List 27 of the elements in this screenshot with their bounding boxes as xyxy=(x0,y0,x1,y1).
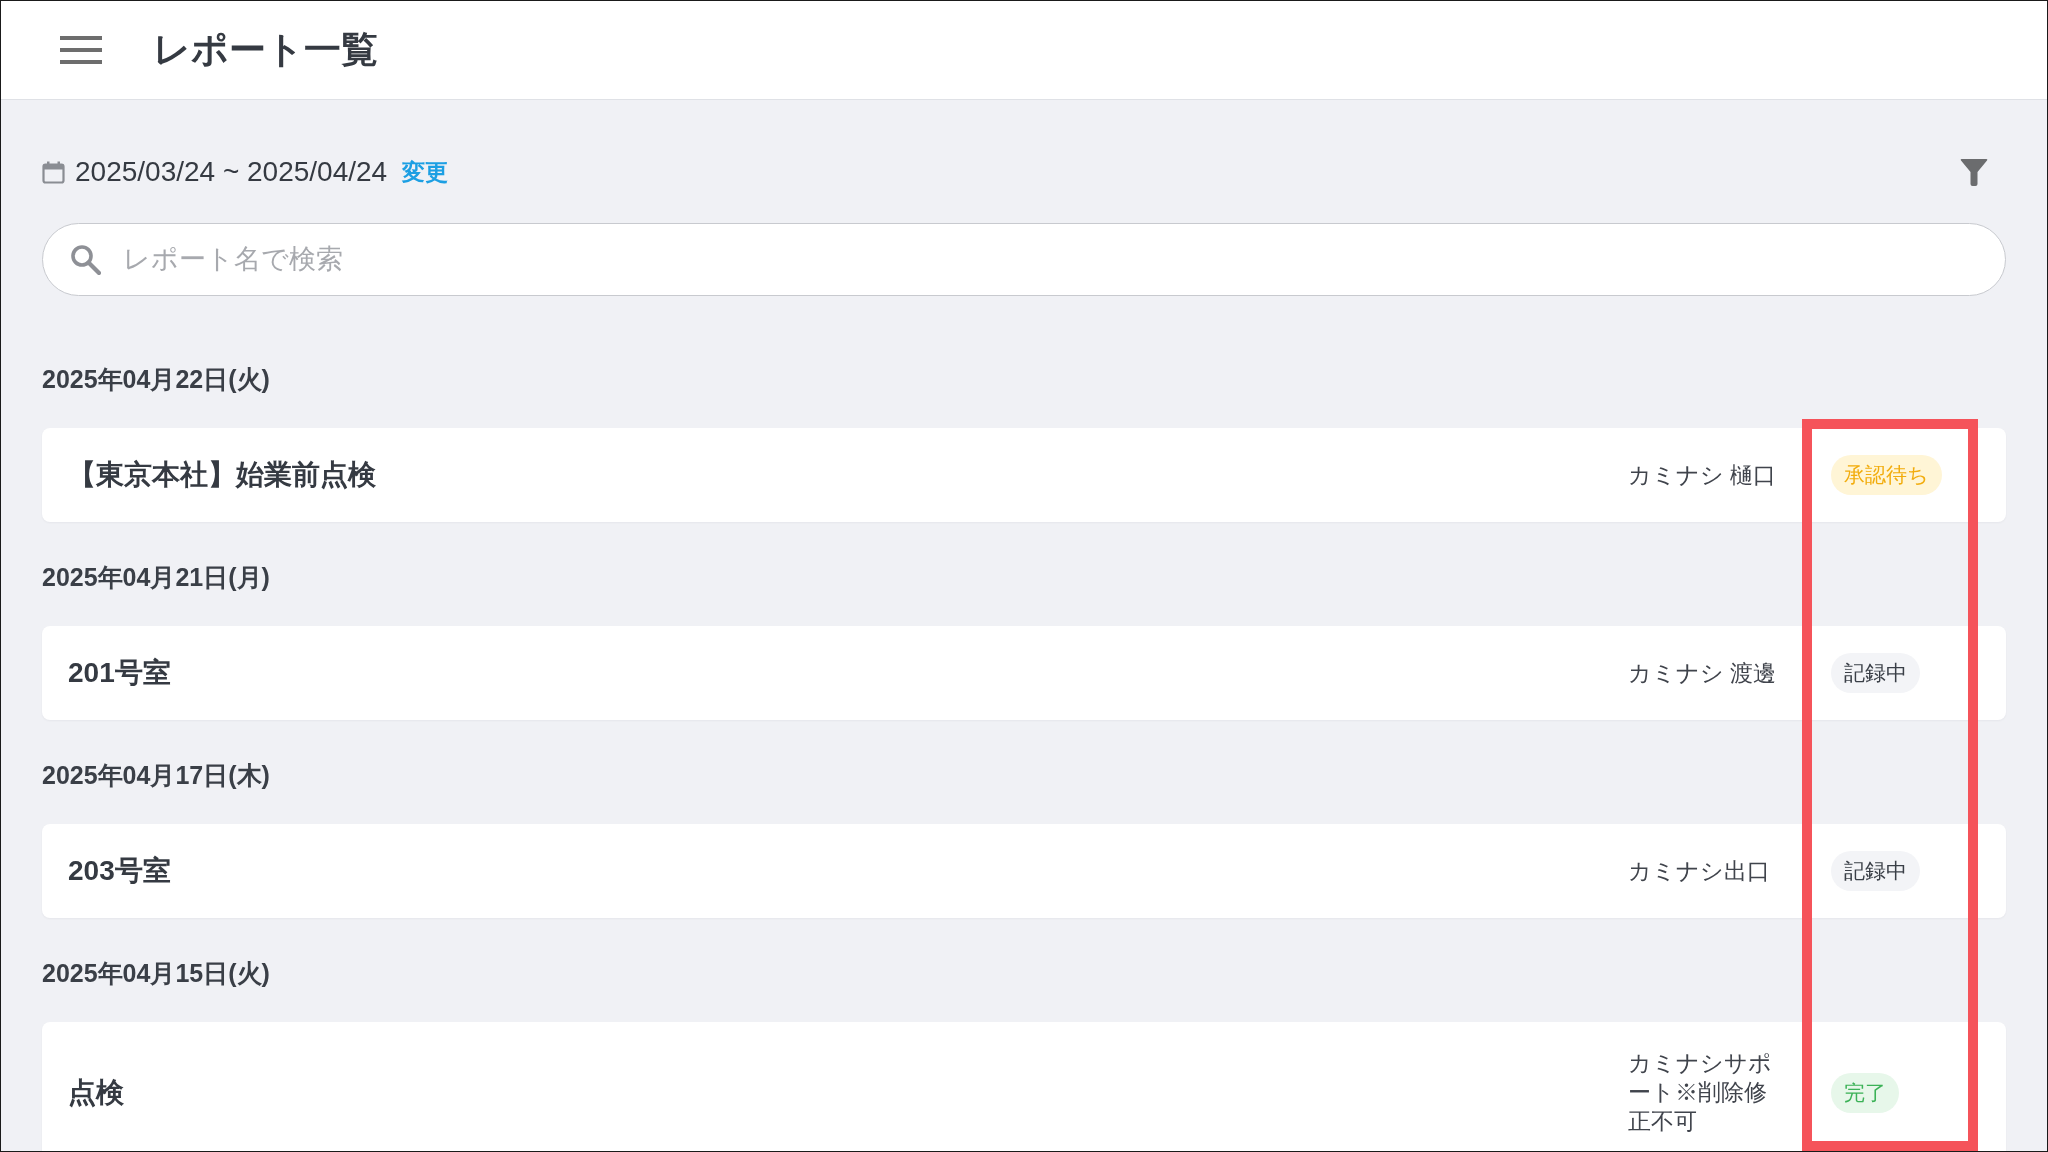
status-badge: 記録中 xyxy=(1831,851,1920,891)
report-card[interactable]: 203号室 カミナシ出口 記録中 xyxy=(42,824,2006,918)
author-name: カミナシ出口 xyxy=(1628,856,1771,886)
author-name: カミナシ 樋口 xyxy=(1628,460,1778,490)
author-name: カミナシ 渡邊 xyxy=(1628,658,1778,688)
menu-icon[interactable] xyxy=(60,36,102,64)
date-range: 2025/03/24 ~ 2025/04/24 xyxy=(75,155,388,189)
report-card[interactable]: 【東京本社】始業前点検 カミナシ 樋口 承認待ち xyxy=(42,428,2006,522)
report-title: 【東京本社】始業前点検 xyxy=(68,458,376,492)
status-badge: 記録中 xyxy=(1831,653,1920,693)
search-field[interactable]: レポート名で検索 xyxy=(42,223,2006,296)
status-badge: 承認待ち xyxy=(1831,455,1942,495)
date-heading: 2025年04月15日(火) xyxy=(42,958,270,989)
date-heading: 2025年04月21日(月) xyxy=(42,562,270,593)
filter-icon[interactable] xyxy=(1960,158,1988,186)
status-badge: 完了 xyxy=(1831,1072,1899,1113)
report-title: 201号室 xyxy=(68,656,171,690)
author-name: カミナシサポート※削除修正不可 xyxy=(1628,1049,1773,1136)
page-title: レポート一覧 xyxy=(153,28,378,72)
calendar-icon xyxy=(42,160,65,184)
search-icon xyxy=(70,244,101,275)
report-card[interactable]: 201号室 カミナシ 渡邊 記録中 xyxy=(42,626,2006,720)
report-card[interactable]: 点検 カミナシサポート※削除修正不可 完了 xyxy=(42,1022,2006,1151)
date-heading: 2025年04月17日(木) xyxy=(42,760,270,791)
report-title: 点検 xyxy=(68,1075,124,1110)
date-heading: 2025年04月22日(火) xyxy=(42,364,270,395)
report-title: 203号室 xyxy=(68,854,171,888)
